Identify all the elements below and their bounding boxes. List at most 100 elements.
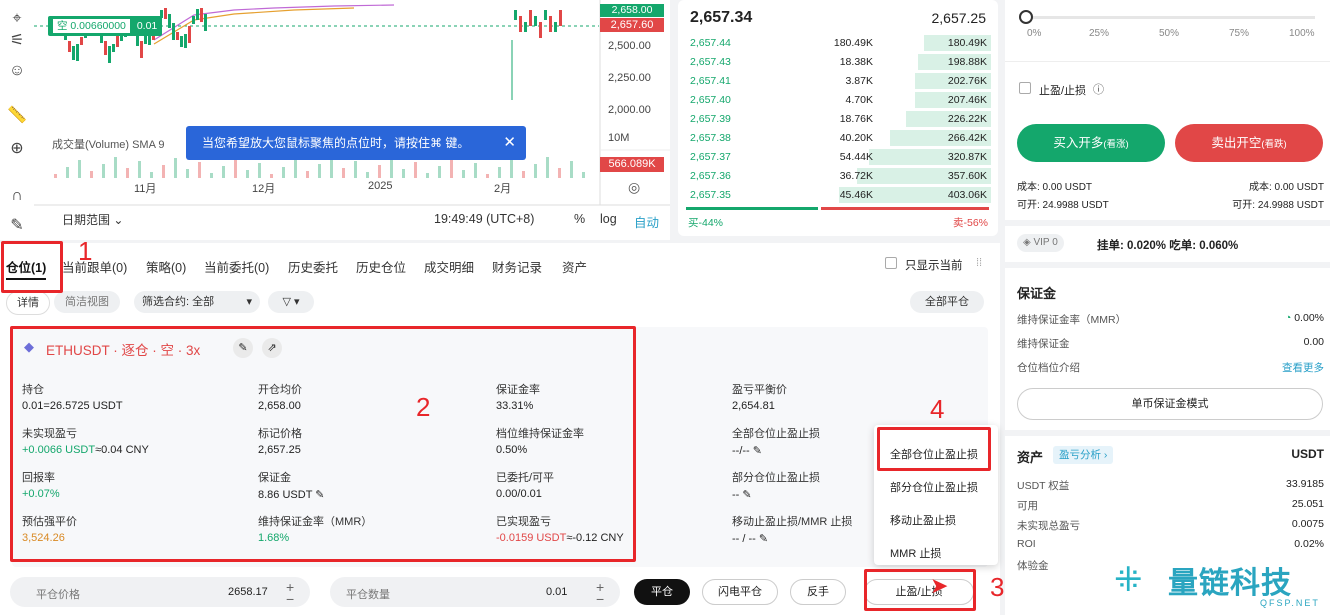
tab-trade-history[interactable]: 成交明细 xyxy=(424,257,474,276)
annotation-box-1 xyxy=(1,241,63,293)
decrement-icon[interactable]: − xyxy=(286,591,294,607)
tab-open-orders[interactable]: 当前委托(0) xyxy=(204,257,269,276)
pencil-lock-icon[interactable]: ✎ xyxy=(6,215,28,237)
filter-dropdown[interactable]: ▽ ▾ xyxy=(268,291,314,313)
orderbook-row[interactable]: 2,657.36 36.72K 357.60K xyxy=(686,167,991,185)
volume-bar xyxy=(222,166,225,178)
orderbook-total: 357.60K xyxy=(947,170,987,182)
order-panel: 0% 25% 50% 75% 100% 止盈/止损 ⓘ 买入开多(看涨) 卖出开… xyxy=(1005,0,1330,615)
zoom-icon[interactable]: ⊕ xyxy=(6,138,28,160)
tpsl-checkbox-label: 止盈/止损 xyxy=(1039,85,1087,97)
leverage-slider-track[interactable] xyxy=(1025,16,1315,19)
candle xyxy=(554,22,557,32)
drag-handle-icon[interactable]: ⁞⁞ xyxy=(976,257,982,269)
volume-bar xyxy=(534,164,537,178)
simple-view-button[interactable]: 简洁视图 xyxy=(54,291,120,313)
orderbook-row[interactable]: 2,657.35 45.46K 403.06K xyxy=(686,186,991,204)
tab-assets[interactable]: 资产 xyxy=(562,257,587,276)
orderbook-row[interactable]: 2,657.40 4.70K 207.46K xyxy=(686,91,991,109)
position-field-label: 盈亏平衡价 xyxy=(732,384,787,396)
candle xyxy=(200,8,203,22)
edit-icon[interactable]: ✎ xyxy=(756,533,768,545)
settings-icon[interactable]: ◎ xyxy=(628,179,640,196)
magnet-icon[interactable]: ∩ xyxy=(6,185,28,207)
detail-view-button[interactable]: 详情 xyxy=(6,291,50,315)
orderbook-total: 202.76K xyxy=(947,75,987,87)
tab-order-history[interactable]: 历史委托 xyxy=(288,257,338,276)
reverse-button[interactable]: 反手 xyxy=(790,579,846,605)
position-field-value-text: -- / -- xyxy=(732,533,756,545)
info-icon[interactable]: ⓘ xyxy=(1093,81,1104,97)
percent-toggle[interactable]: % xyxy=(574,212,585,226)
orderbook-row[interactable]: 2,657.37 54.44K 320.87K xyxy=(686,148,991,166)
contract-filter[interactable]: 筛选合约: 全部 ▾ xyxy=(134,291,260,313)
tab-strategy[interactable]: 策略(0) xyxy=(146,257,186,276)
asset-label: ROI xyxy=(1017,538,1036,550)
flash-close-button[interactable]: 闪电平仓 xyxy=(702,579,778,605)
volume-bar xyxy=(234,159,237,178)
decrement-icon[interactable]: − xyxy=(596,591,604,607)
close-all-button[interactable]: 全部平仓 xyxy=(910,291,984,313)
leverage-slider-knob[interactable] xyxy=(1019,10,1033,24)
candlestick-canvas[interactable] xyxy=(34,0,670,240)
orderbook-qty: 40.20K xyxy=(839,132,873,144)
candle xyxy=(168,14,171,28)
position-field-value: -- ✎ xyxy=(732,488,752,501)
crosshair-icon[interactable]: ⌖ xyxy=(6,8,28,30)
tab-financial-records[interactable]: 财务记录 xyxy=(492,257,542,276)
zoom-tooltip-text: 当您希望放大您鼠标聚焦的点位时，请按住⌘ 键。 xyxy=(202,136,470,150)
orderbook-row[interactable]: 2,657.43 18.38K 198.88K xyxy=(686,53,991,71)
menu-item-trailing-tpsl[interactable]: 移动止盈止损 xyxy=(874,512,999,528)
volume-bar xyxy=(270,174,273,178)
orderbook-row[interactable]: 2,657.38 40.20K 266.42K xyxy=(686,129,991,147)
buy-long-button[interactable]: 买入开多(看涨) xyxy=(1017,124,1165,162)
volume-bar xyxy=(582,172,585,178)
menu-item-partial-tpsl[interactable]: 部分仓位止盈止损 xyxy=(874,479,999,495)
view-more-link[interactable]: 查看更多 xyxy=(1282,360,1324,375)
tab-copy-trading[interactable]: 当前跟单(0) xyxy=(62,257,127,276)
volume-bar xyxy=(282,167,285,178)
position-overlay[interactable]: 空 0.00660000 0.01 xyxy=(48,16,163,36)
volume-bar xyxy=(510,160,513,178)
candle xyxy=(104,41,107,55)
edit-icon[interactable]: ✎ xyxy=(750,445,762,457)
indicator-lines-icon[interactable]: ⚟ xyxy=(6,30,28,52)
close-price-label: 平仓价格 xyxy=(36,589,80,601)
tpsl-checkbox[interactable] xyxy=(1019,82,1031,94)
ruler-icon[interactable]: 📏 xyxy=(6,105,28,127)
log-toggle[interactable]: log xyxy=(600,212,617,226)
price-chart[interactable]: 空 0.00660000 0.01 2,658.00 2,657.60 2,50… xyxy=(34,0,670,240)
close-button[interactable]: 平仓 xyxy=(634,579,690,605)
pnl-analysis-link[interactable]: 盈亏分析 › xyxy=(1053,446,1114,464)
sell-short-label: 卖出开空 xyxy=(1211,136,1262,150)
asset-label: 可用 xyxy=(1017,500,1038,512)
show-current-checkbox[interactable] xyxy=(885,257,897,269)
close-qty-input[interactable]: 平仓数量 0.01 + − xyxy=(330,577,620,607)
annotation-number-1: 1 xyxy=(78,236,93,266)
close-icon[interactable]: ✕ xyxy=(503,126,516,160)
asset-label: USDT 权益 xyxy=(1017,480,1070,492)
orderbook-row[interactable]: 2,657.41 3.87K 202.76K xyxy=(686,72,991,90)
volume-bar xyxy=(462,170,465,178)
date-range-selector[interactable]: 日期范围 ⌄ xyxy=(62,211,123,228)
y-tick: 2,000.00 xyxy=(608,104,651,116)
edit-icon[interactable]: ✎ xyxy=(739,489,751,501)
volume-bar xyxy=(570,161,573,178)
close-price-value: 2658.17 xyxy=(228,586,268,598)
orderbook-row[interactable]: 2,657.44 180.49K 180.49K xyxy=(686,34,991,52)
orderbook-price: 2,657.36 xyxy=(690,170,731,182)
emoji-icon[interactable]: ☺ xyxy=(6,60,28,82)
close-price-input[interactable]: 平仓价格 2658.17 + − xyxy=(10,577,310,607)
orderbook-price: 2,657.41 xyxy=(690,75,731,87)
tab-position-history[interactable]: 历史仓位 xyxy=(356,257,406,276)
vip-badge[interactable]: ◈ VIP 0 xyxy=(1017,234,1064,252)
volume-bar xyxy=(498,167,501,178)
orderbook-row[interactable]: 2,657.39 18.76K 226.22K xyxy=(686,110,991,128)
menu-item-mmr-stop[interactable]: MMR 止损 xyxy=(874,545,999,561)
sell-short-button[interactable]: 卖出开空(看跌) xyxy=(1175,124,1323,162)
candle xyxy=(68,41,71,52)
candle xyxy=(519,16,522,32)
single-margin-mode-button[interactable]: 单币保证金模式 xyxy=(1017,388,1323,420)
auto-toggle[interactable]: 自动 xyxy=(634,212,659,231)
candle xyxy=(72,46,75,60)
